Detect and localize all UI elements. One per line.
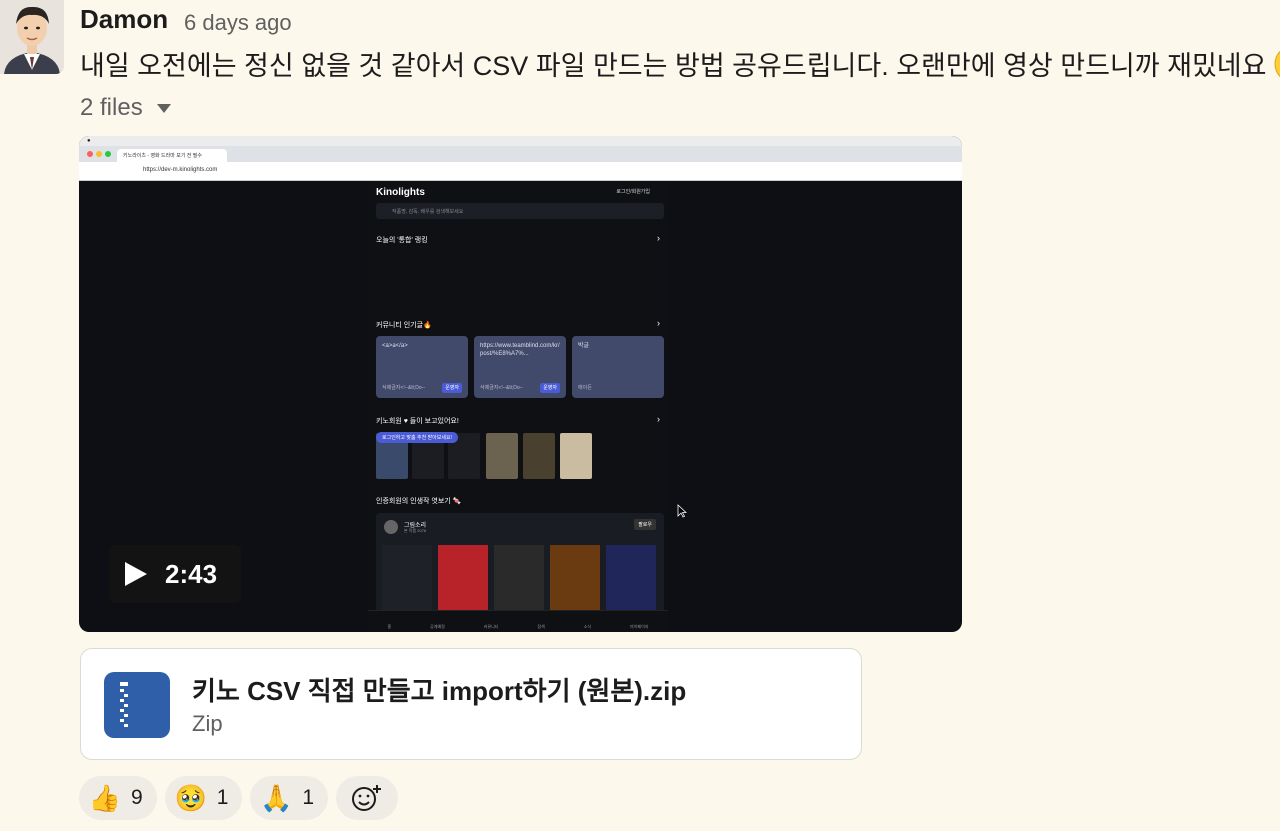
- poster: [494, 545, 544, 611]
- mac-menubar: ●: [79, 136, 962, 146]
- follow-button: 팔로우: [634, 519, 656, 530]
- files-toggle[interactable]: 2 files: [80, 94, 171, 122]
- browser-tabbar: 키노라이츠 - 영화 드라마 보기 전 필수: [79, 146, 962, 162]
- chevron-right-icon: ›: [657, 318, 660, 328]
- card-author: 애이든: [578, 385, 592, 391]
- poster: [606, 545, 656, 611]
- card-author: 삭제금지<!--&lt;Do--: [480, 385, 523, 391]
- kino-search-box: 작품명, 감독, 배우를 검색해보세요: [376, 203, 664, 219]
- zip-attachment[interactable]: 키노 CSV 직접 만들고 import하기 (원본).zip Zip: [80, 648, 862, 760]
- card-author: 삭제금지<!--&lt;Do--: [382, 385, 425, 391]
- profile-subtitle: 본 작품 2076: [404, 528, 427, 533]
- community-card: <a>a</a> 삭제금지<!--&lt;Do-- 운영자: [376, 336, 468, 398]
- card-badge: 운영자: [442, 383, 462, 393]
- nav-mypage: 마이페이지: [630, 624, 649, 629]
- files-count-label: 2 files: [80, 94, 143, 121]
- ranking-heading: 오늘의 '통합' 랭킹: [376, 237, 428, 244]
- avatar[interactable]: [0, 0, 64, 74]
- card-title: 박글: [578, 343, 590, 349]
- message-body: 내일 오전에는 정신 없을 것 같아서 CSV 파일 만드는 방법 공유드립니다…: [80, 51, 1267, 81]
- zoom-window-icon: [105, 151, 111, 157]
- poster: [382, 545, 432, 611]
- chevron-down-icon: [156, 103, 171, 113]
- reaction-count: 1: [216, 786, 229, 809]
- add-emoji-icon: [352, 785, 382, 811]
- card-title: <a>a</a>: [382, 343, 408, 349]
- play-icon: [125, 562, 147, 586]
- login-link: 로그인/회원가입: [616, 189, 650, 195]
- bottom-nav: 홈 공개예정 커뮤니티 탐색 소식 마이페이지: [368, 610, 668, 632]
- lifetime-strip: 그림소리 본 작품 2076 팔로우: [376, 513, 664, 613]
- file-type: Zip: [192, 711, 223, 736]
- nav-upcoming: 공개예정: [430, 624, 445, 629]
- close-window-icon: [87, 151, 93, 157]
- nav-explore: 탐색: [537, 624, 545, 629]
- folded-hands-icon: 🙏: [260, 783, 293, 813]
- chevron-right-icon: ›: [657, 414, 660, 424]
- reaction-holding-back-tears[interactable]: 🥹 1: [164, 776, 243, 820]
- holding-back-tears-icon: 🥹: [174, 783, 207, 813]
- nav-home: 홈: [387, 624, 392, 629]
- browser-tab: 키노라이츠 - 영화 드라마 보기 전 필수: [117, 149, 227, 162]
- author-name[interactable]: Damon: [80, 4, 168, 35]
- community-card: 박글 애이든: [572, 336, 664, 398]
- add-reaction-button[interactable]: [336, 776, 399, 820]
- reaction-folded-hands[interactable]: 🙏 1: [250, 776, 329, 820]
- members-heading: 키노회원 ♥ 들이 보고있어요!: [376, 418, 459, 425]
- browser-url: https://dev-m.kinolights.com: [143, 167, 218, 173]
- zip-file-icon: [104, 672, 170, 738]
- chevron-right-icon: ›: [657, 233, 660, 243]
- poster: [523, 433, 555, 479]
- video-duration: 2:43: [165, 558, 218, 589]
- minimize-window-icon: [96, 151, 102, 157]
- poster: [486, 433, 518, 479]
- reaction-count: 9: [131, 786, 143, 809]
- reaction-count: 1: [302, 786, 315, 809]
- kinolights-page: Kinolights 로그인/회원가입 작품명, 감독, 배우를 검색해보세요 …: [368, 181, 668, 632]
- message-text: 내일 오전에는 정신 없을 것 같아서 CSV 파일 만드는 방법 공유드립니다…: [80, 44, 1280, 83]
- poster: [550, 545, 600, 611]
- nav-community: 커뮤니티: [483, 624, 499, 629]
- card-badge: 운영자: [540, 383, 560, 393]
- kinolights-logo: Kinolights: [376, 187, 425, 198]
- reaction-thumbs-up[interactable]: 👍 9: [79, 776, 157, 820]
- card-title: https://www.teamblind.com/kr/post/%E8%A7…: [480, 343, 560, 357]
- thumbs-up-icon: 👍: [88, 783, 122, 813]
- play-button[interactable]: 2:43: [109, 545, 241, 603]
- community-heading: 커뮤니티 인기글🔥: [376, 322, 432, 329]
- mouse-cursor-icon: [677, 504, 687, 518]
- poster: [560, 433, 592, 479]
- profile-avatar: [384, 520, 398, 534]
- file-name[interactable]: 키노 CSV 직접 만들고 import하기 (원본).zip: [192, 671, 686, 708]
- poster: [438, 545, 488, 611]
- tooltip: 로그인하고 맞춤 추천 받아보세요!: [376, 432, 458, 443]
- community-card: https://www.teamblind.com/kr/post/%E8%A7…: [474, 336, 566, 398]
- nav-news: 소식: [583, 624, 592, 629]
- apple-icon: ●: [87, 138, 91, 144]
- video-attachment[interactable]: ● 키노라이츠 - 영화 드라마 보기 전 필수 https://dev-m.k…: [79, 136, 962, 632]
- browser-url-bar: https://dev-m.kinolights.com: [79, 162, 962, 181]
- reactions-bar: 👍 9 🥹 1 🙏 1: [79, 776, 399, 820]
- lifetime-heading: 인증회원의 인생작 엿보기 🍬: [376, 498, 462, 505]
- grinning-face-icon: [1274, 45, 1280, 83]
- message-timestamp[interactable]: 6 days ago: [184, 10, 292, 36]
